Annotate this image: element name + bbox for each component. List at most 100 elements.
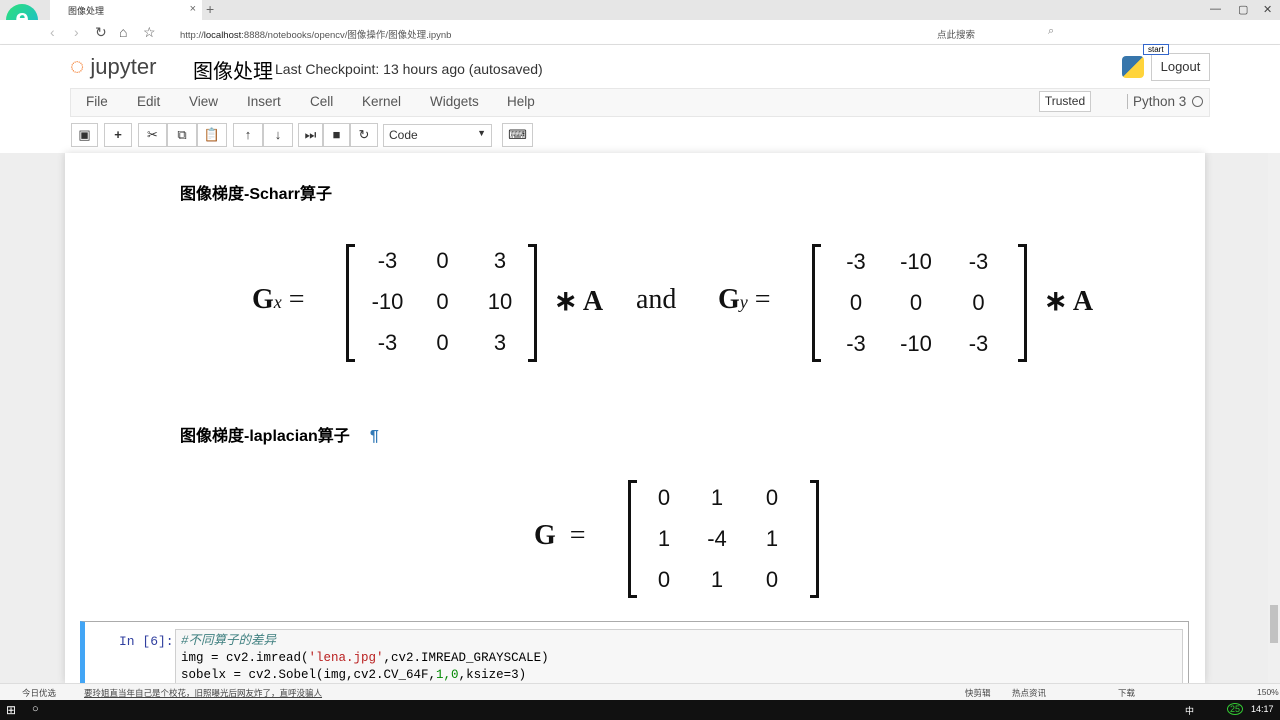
notification-badge[interactable]: 25	[1227, 703, 1244, 715]
keyboard-icon: ⌨	[508, 127, 527, 142]
right-bracket	[810, 480, 819, 598]
matrix-entry: 0	[765, 567, 779, 592]
and-text: and	[636, 284, 677, 315]
checkpoint-status: Last Checkpoint: 13 hours ago (autosaved…	[275, 61, 543, 77]
browser-tab[interactable]: 图像处理 ×	[50, 0, 202, 20]
left-bracket	[346, 244, 355, 362]
save-button[interactable]: ▣	[71, 123, 98, 147]
menu-widgets[interactable]: Widgets	[430, 94, 479, 109]
scrollbar-thumb[interactable]	[1270, 605, 1278, 643]
status-today[interactable]: 今日优选	[22, 687, 56, 699]
heading-scharr: 图像梯度-Scharr算子	[180, 186, 333, 203]
matrix-entry: 1	[710, 485, 724, 510]
left-bracket	[812, 244, 821, 362]
status-news[interactable]: 热点资讯	[1012, 687, 1046, 699]
logout-button[interactable]: Logout	[1151, 53, 1210, 81]
matrix-entry: -10	[900, 331, 932, 356]
cut-button[interactable]: ✂	[138, 123, 167, 147]
status-download[interactable]: 下载	[1118, 687, 1135, 699]
matrix-entry: -3	[377, 330, 398, 355]
gy-matrix: -3 -10 -3 0 0 0 -3 -10 -3	[826, 247, 1016, 370]
matrix-entry: 0	[436, 248, 449, 273]
insert-cell-button[interactable]: +	[104, 123, 132, 147]
close-tab-icon[interactable]: ×	[190, 3, 196, 15]
arrow-down-icon: ↓	[274, 127, 282, 142]
reload-icon[interactable]: ↻	[95, 24, 107, 41]
windows-start-icon[interactable]: ⊞	[6, 703, 16, 717]
run-button[interactable]: ⏭	[298, 123, 323, 147]
status-news-link[interactable]: 要玲姐直当年自己是个校花，旧照曝光后网友炸了，直呼没骗人	[84, 687, 322, 699]
back-icon[interactable]: ‹	[50, 24, 55, 40]
tab-title: 图像处理	[68, 6, 105, 16]
menu-view[interactable]: View	[189, 94, 218, 109]
matrix-entry: 3	[493, 330, 507, 355]
g-matrix: 0 1 0 1 -4 1 0 1 0	[640, 483, 800, 606]
matrix-entry: 0	[657, 485, 671, 510]
browser-status-bar: 今日优选 要玲姐直当年自己是个校花，旧照曝光后网友炸了，直呼没骗人 快剪辑 热点…	[0, 683, 1280, 700]
clock[interactable]: 14:17	[1251, 704, 1274, 714]
notebook-title[interactable]: 图像处理	[193, 55, 273, 84]
close-window-button[interactable]: ✕	[1263, 3, 1272, 16]
run-icon: ⏭	[304, 127, 317, 142]
chevron-down-icon: ▼	[477, 128, 486, 138]
paste-button[interactable]: 📋	[197, 123, 227, 147]
menu-file[interactable]: File	[86, 94, 108, 109]
command-palette-button[interactable]: ⌨	[502, 123, 533, 147]
right-bracket	[528, 244, 537, 362]
right-bracket	[1018, 244, 1027, 362]
move-up-button[interactable]: ↑	[233, 123, 263, 147]
cell-type-select[interactable]: Code ▼	[383, 124, 492, 147]
zoom-level[interactable]: 150%	[1257, 687, 1279, 697]
python-logo	[1122, 56, 1144, 78]
code-line: img = cv2.imread('lena.jpg',cv2.IMREAD_G…	[181, 651, 549, 665]
ime-indicator[interactable]: 中	[1185, 704, 1194, 717]
matrix-entry: -3	[968, 249, 989, 274]
menu-kernel[interactable]: Kernel	[362, 94, 401, 109]
matrix-entry: 10	[487, 289, 513, 314]
menu-cell[interactable]: Cell	[310, 94, 333, 109]
stop-button[interactable]: ■	[323, 123, 350, 147]
menu-insert[interactable]: Insert	[247, 94, 281, 109]
matrix-entry: -10	[900, 249, 932, 274]
forward-icon[interactable]: ›	[74, 24, 79, 40]
trusted-badge[interactable]: Trusted	[1039, 91, 1091, 112]
notebook-container	[65, 153, 1205, 683]
matrix-entry: 3	[493, 248, 507, 273]
menu-help[interactable]: Help	[507, 94, 535, 109]
cell-prompt: In [6]:	[119, 634, 174, 649]
jupyter-logo[interactable]: ◌ jupyter	[70, 53, 156, 81]
matrix-entry: -3	[846, 331, 866, 356]
maximize-button[interactable]: ▢	[1238, 3, 1248, 16]
times-a: ∗ A	[554, 286, 604, 317]
home-icon[interactable]: ⌂	[119, 24, 127, 40]
status-kuaijianji[interactable]: 快剪辑	[965, 687, 991, 699]
move-down-button[interactable]: ↓	[263, 123, 293, 147]
matrix-entry: 1	[710, 567, 724, 592]
start-tooltip: start	[1143, 44, 1169, 55]
search-input[interactable]: 点此搜索	[937, 27, 975, 41]
scrollbar[interactable]	[1268, 153, 1280, 683]
matrix-entry: 0	[849, 290, 863, 315]
taskbar: ⊞ ○ 中 25 14:17	[0, 700, 1280, 720]
kernel-idle-icon	[1192, 96, 1203, 107]
matrix-entry: -3	[968, 331, 989, 356]
matrix-entry: -4	[707, 526, 727, 551]
anchor-link[interactable]: ¶	[370, 428, 379, 445]
star-icon[interactable]: ☆	[143, 24, 156, 41]
matrix-entry: 0	[909, 290, 923, 315]
minimize-button[interactable]: —	[1210, 3, 1221, 15]
copy-button[interactable]: ⧉	[167, 123, 197, 147]
search-icon[interactable]: ⌕	[1048, 25, 1054, 38]
cortana-icon[interactable]: ○	[32, 703, 39, 715]
matrix-entry: 0	[436, 330, 449, 355]
times-a: ∗ A	[1044, 286, 1094, 317]
menu-edit[interactable]: Edit	[137, 94, 160, 109]
code-editor[interactable]: #不同算子的差异 img = cv2.imread('lena.jpg',cv2…	[175, 629, 1183, 689]
code-line: sobelx = cv2.Sobel(img,cv2.CV_64F,1,0,ks…	[181, 668, 527, 682]
new-tab-button[interactable]: +	[206, 1, 214, 17]
matrix-entry: 1	[657, 526, 671, 551]
url-input[interactable]: http://localhost:8888/notebooks/opencv/图…	[180, 27, 451, 41]
restart-button[interactable]: ↻	[350, 123, 378, 147]
gx-matrix: -3 0 3 -10 0 10 -3 0 3	[360, 246, 530, 369]
stop-icon: ■	[332, 127, 341, 142]
